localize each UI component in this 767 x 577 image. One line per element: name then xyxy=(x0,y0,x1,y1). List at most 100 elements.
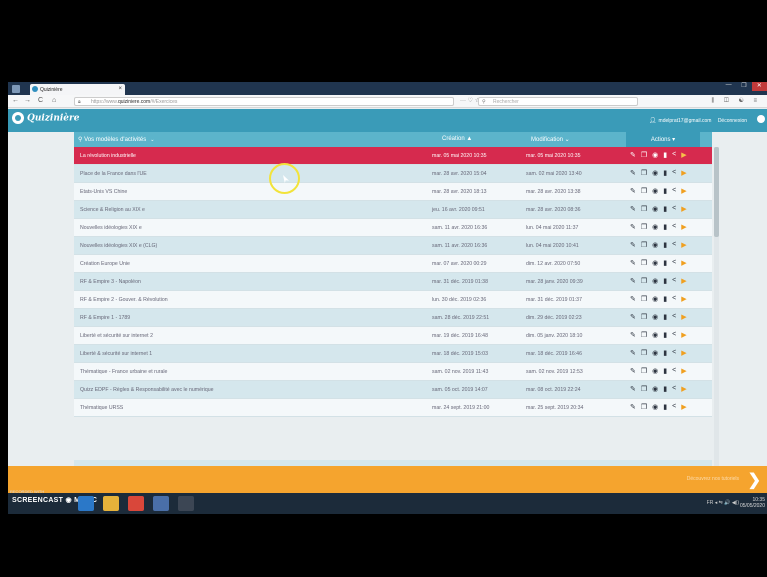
delete-icon[interactable]: ▮ xyxy=(663,349,667,357)
tab-close-icon[interactable]: × xyxy=(118,86,122,92)
scrollbar[interactable] xyxy=(714,147,719,467)
copy-icon[interactable]: ❐ xyxy=(641,277,647,285)
view-icon[interactable]: ◉ xyxy=(652,187,658,195)
back-icon[interactable]: ← xyxy=(12,97,19,104)
clock[interactable]: 10:35 05/05/2020 xyxy=(740,497,765,509)
minimize-button[interactable]: — xyxy=(721,82,736,91)
copy-icon[interactable]: ❐ xyxy=(641,349,647,357)
play-icon[interactable]: ▶ xyxy=(681,313,686,321)
table-row[interactable]: Place de la France dans l'UE mar. 28 avr.… xyxy=(74,165,712,183)
play-icon[interactable]: ▶ xyxy=(681,151,686,159)
table-row[interactable]: Science & Religion au XIX e jeu. 16 avr. … xyxy=(74,201,712,219)
logout-icon[interactable] xyxy=(757,115,765,123)
copy-icon[interactable]: ❐ xyxy=(641,223,647,231)
copy-icon[interactable]: ❐ xyxy=(641,331,647,339)
copy-icon[interactable]: ❐ xyxy=(641,151,647,159)
share-icon[interactable]: < xyxy=(672,241,676,249)
firefox-icon[interactable] xyxy=(128,496,144,511)
play-icon[interactable]: ▶ xyxy=(681,331,686,339)
copy-icon[interactable]: ❐ xyxy=(641,187,647,195)
toolbar-icons[interactable]: ⫼ ◫ ☯ ≡ xyxy=(712,97,761,105)
share-icon[interactable]: < xyxy=(672,349,676,357)
play-icon[interactable]: ▶ xyxy=(681,403,686,411)
search-bar[interactable]: ⚲ Rechercher xyxy=(478,97,638,106)
edit-icon[interactable]: ✎ xyxy=(630,367,636,375)
edit-icon[interactable]: ✎ xyxy=(630,205,636,213)
table-row[interactable]: La révolution industrielle mar. 05 mai 20… xyxy=(74,147,712,165)
view-icon[interactable]: ◉ xyxy=(652,259,658,267)
view-icon[interactable]: ◉ xyxy=(652,385,658,393)
url-bar[interactable]: 🔒︎ https://www.quiziniere.com/#/Exercice… xyxy=(74,97,454,106)
browser-tab[interactable]: Quizinière × xyxy=(30,84,125,95)
table-row[interactable]: Nouvelles idéologies XIX e (CLG) sam. 11 … xyxy=(74,237,712,255)
copy-icon[interactable]: ❐ xyxy=(641,259,647,267)
edit-icon[interactable]: ✎ xyxy=(630,223,636,231)
edit-icon[interactable]: ✎ xyxy=(630,169,636,177)
delete-icon[interactable]: ▮ xyxy=(663,385,667,393)
tutorial-banner[interactable]: Découvrez nos tutoriels ❯ xyxy=(8,466,767,493)
app-window-icon-2[interactable] xyxy=(178,496,194,511)
delete-icon[interactable]: ▮ xyxy=(663,151,667,159)
scrollbar-thumb[interactable] xyxy=(714,147,719,237)
edit-icon[interactable]: ✎ xyxy=(630,331,636,339)
system-tray[interactable]: FR ◂ ⇋ 🔊 ◀)) xyxy=(707,500,739,506)
edit-icon[interactable]: ✎ xyxy=(630,259,636,267)
share-icon[interactable]: < xyxy=(672,313,676,321)
share-icon[interactable]: < xyxy=(672,169,676,177)
edge-icon[interactable] xyxy=(78,496,94,511)
share-icon[interactable]: < xyxy=(672,403,676,411)
edit-icon[interactable]: ✎ xyxy=(630,187,636,195)
copy-icon[interactable]: ❐ xyxy=(641,403,647,411)
user-info[interactable]: 👤︎ mdelprat17@gmail.com Déconnexion xyxy=(649,117,747,124)
folder-icon[interactable] xyxy=(103,496,119,511)
edit-icon[interactable]: ✎ xyxy=(630,277,636,285)
delete-icon[interactable]: ▮ xyxy=(663,277,667,285)
edit-icon[interactable]: ✎ xyxy=(630,313,636,321)
play-icon[interactable]: ▶ xyxy=(681,187,686,195)
view-icon[interactable]: ◉ xyxy=(652,367,658,375)
view-icon[interactable]: ◉ xyxy=(652,277,658,285)
play-icon[interactable]: ▶ xyxy=(681,205,686,213)
app-window-icon[interactable] xyxy=(153,496,169,511)
play-icon[interactable]: ▶ xyxy=(681,259,686,267)
table-row[interactable]: Liberté et sécurité sur internet 2 mar. 1… xyxy=(74,327,712,345)
share-icon[interactable]: < xyxy=(672,277,676,285)
copy-icon[interactable]: ❐ xyxy=(641,313,647,321)
table-row[interactable]: Nouvelles idéologies XIX e sam. 11 avr. 2… xyxy=(74,219,712,237)
play-icon[interactable]: ▶ xyxy=(681,169,686,177)
share-icon[interactable]: < xyxy=(672,151,676,159)
play-icon[interactable]: ▶ xyxy=(681,223,686,231)
edit-icon[interactable]: ✎ xyxy=(630,151,636,159)
view-icon[interactable]: ◉ xyxy=(652,349,658,357)
copy-icon[interactable]: ❐ xyxy=(641,169,647,177)
logo[interactable]: Quizinière xyxy=(12,112,80,124)
edit-icon[interactable]: ✎ xyxy=(630,295,636,303)
view-icon[interactable]: ◉ xyxy=(652,151,658,159)
view-icon[interactable]: ◉ xyxy=(652,313,658,321)
copy-icon[interactable]: ❐ xyxy=(641,205,647,213)
view-icon[interactable]: ◉ xyxy=(652,169,658,177)
copy-icon[interactable]: ❐ xyxy=(641,367,647,375)
edit-icon[interactable]: ✎ xyxy=(630,241,636,249)
view-icon[interactable]: ◉ xyxy=(652,241,658,249)
delete-icon[interactable]: ▮ xyxy=(663,295,667,303)
share-icon[interactable]: < xyxy=(672,223,676,231)
play-icon[interactable]: ▶ xyxy=(681,241,686,249)
delete-icon[interactable]: ▮ xyxy=(663,169,667,177)
play-icon[interactable]: ▶ xyxy=(681,349,686,357)
share-icon[interactable]: < xyxy=(672,205,676,213)
maximize-button[interactable]: ❐ xyxy=(736,82,751,91)
view-icon[interactable]: ◉ xyxy=(652,205,658,213)
delete-icon[interactable]: ▮ xyxy=(663,223,667,231)
table-row[interactable]: Thématique - France urbaine et rurale sam… xyxy=(74,363,712,381)
models-dropdown[interactable]: ⚲ Vos modèles d'activités ⌄ xyxy=(78,136,154,143)
delete-icon[interactable]: ▮ xyxy=(663,331,667,339)
view-icon[interactable]: ◉ xyxy=(652,223,658,231)
delete-icon[interactable]: ▮ xyxy=(663,187,667,195)
actions-menu-button[interactable]: Actions ▾ xyxy=(626,132,700,147)
copy-icon[interactable]: ❐ xyxy=(641,295,647,303)
play-icon[interactable]: ▶ xyxy=(681,277,686,285)
play-icon[interactable]: ▶ xyxy=(681,295,686,303)
close-window-button[interactable]: ✕ xyxy=(751,82,767,91)
view-icon[interactable]: ◉ xyxy=(652,331,658,339)
